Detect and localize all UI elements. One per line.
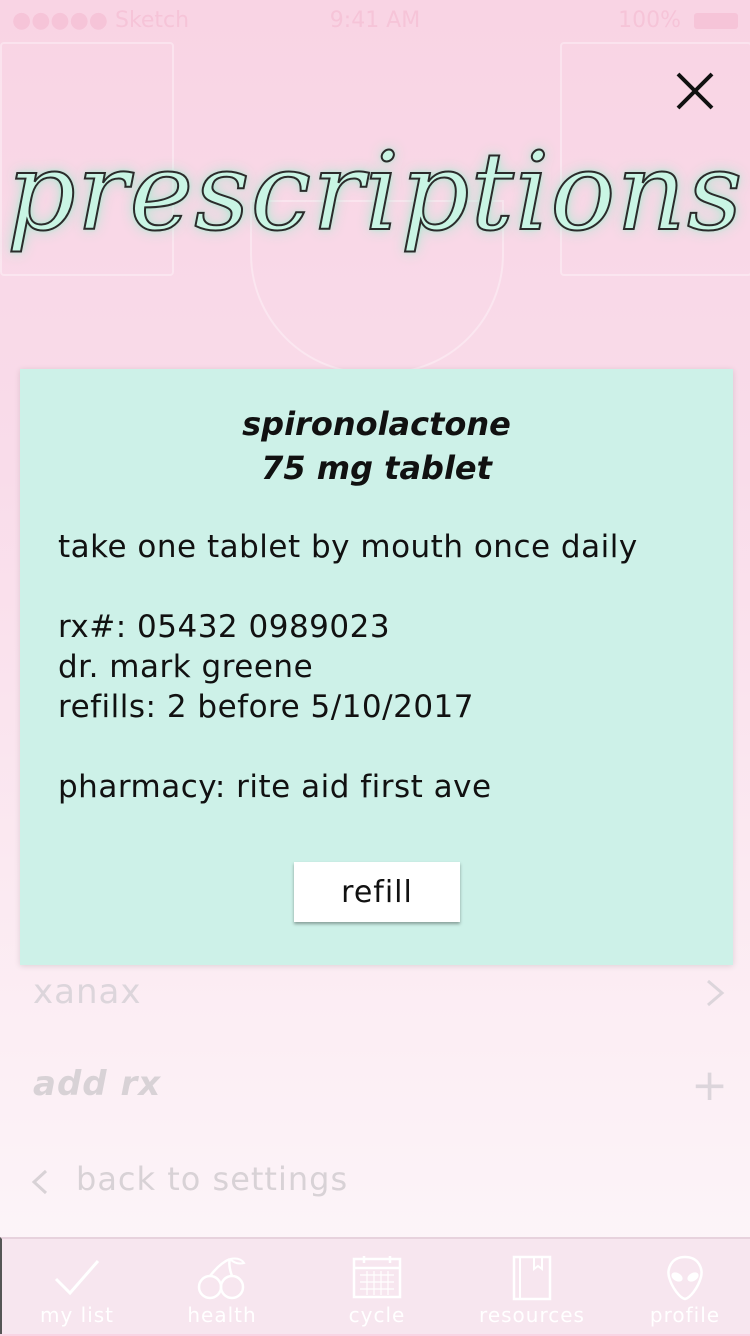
calendar-icon bbox=[352, 1256, 402, 1299]
list-item[interactable]: xanax bbox=[0, 972, 750, 1052]
close-icon bbox=[676, 72, 714, 110]
tab-health[interactable]: health bbox=[147, 1239, 297, 1336]
book-icon bbox=[512, 1255, 552, 1301]
battery-percent: 100% bbox=[618, 8, 681, 33]
add-rx-label: add rx bbox=[33, 1064, 162, 1104]
pharmacy-info: pharmacy: rite aid first ave bbox=[58, 769, 492, 805]
tab-bar: my list health cycle resources profile bbox=[0, 1237, 750, 1334]
check-icon bbox=[54, 1260, 100, 1296]
chevron-right-icon bbox=[707, 979, 725, 1007]
refills-info: refills: 2 before 5/10/2017 bbox=[58, 689, 474, 725]
chevron-left-icon bbox=[31, 1169, 48, 1195]
prescription-detail-card: spironolactone 75 mg tablet take one tab… bbox=[20, 369, 733, 965]
refill-button[interactable]: refill bbox=[294, 862, 460, 922]
doctor-name: dr. mark greene bbox=[58, 649, 314, 685]
tab-label: health bbox=[187, 1303, 257, 1327]
cherry-icon bbox=[197, 1257, 246, 1300]
back-label: back to settings bbox=[76, 1160, 349, 1198]
tab-profile[interactable]: profile bbox=[610, 1239, 750, 1336]
add-rx-button[interactable]: add rx + bbox=[0, 1064, 750, 1144]
drug-name: spironolactone bbox=[242, 405, 511, 443]
tab-label: resources bbox=[479, 1303, 585, 1327]
status-bar: ●●●●● Sketch 9:41 AM 100% bbox=[0, 0, 750, 40]
back-to-settings-button[interactable]: back to settings bbox=[0, 1160, 750, 1210]
battery-icon bbox=[694, 13, 738, 29]
tab-cycle[interactable]: cycle bbox=[302, 1239, 452, 1336]
alien-icon bbox=[667, 1255, 703, 1301]
tab-label: profile bbox=[649, 1303, 721, 1327]
tab-label: my list bbox=[39, 1303, 115, 1327]
tab-label: cycle bbox=[348, 1303, 406, 1327]
page-title: prescriptions bbox=[6, 129, 744, 256]
dosage-instructions: take one tablet by mouth once daily bbox=[58, 529, 638, 565]
tab-resources[interactable]: resources bbox=[457, 1239, 607, 1336]
close-button[interactable] bbox=[668, 64, 722, 118]
tab-my-list[interactable]: my list bbox=[2, 1239, 152, 1336]
drug-dose: 75 mg tablet bbox=[261, 449, 492, 487]
plus-icon: + bbox=[691, 1060, 728, 1111]
battery-status: 100% bbox=[618, 8, 738, 33]
list-item-label: xanax bbox=[33, 972, 142, 1012]
rx-number: rx#: 05432 0989023 bbox=[58, 609, 391, 645]
